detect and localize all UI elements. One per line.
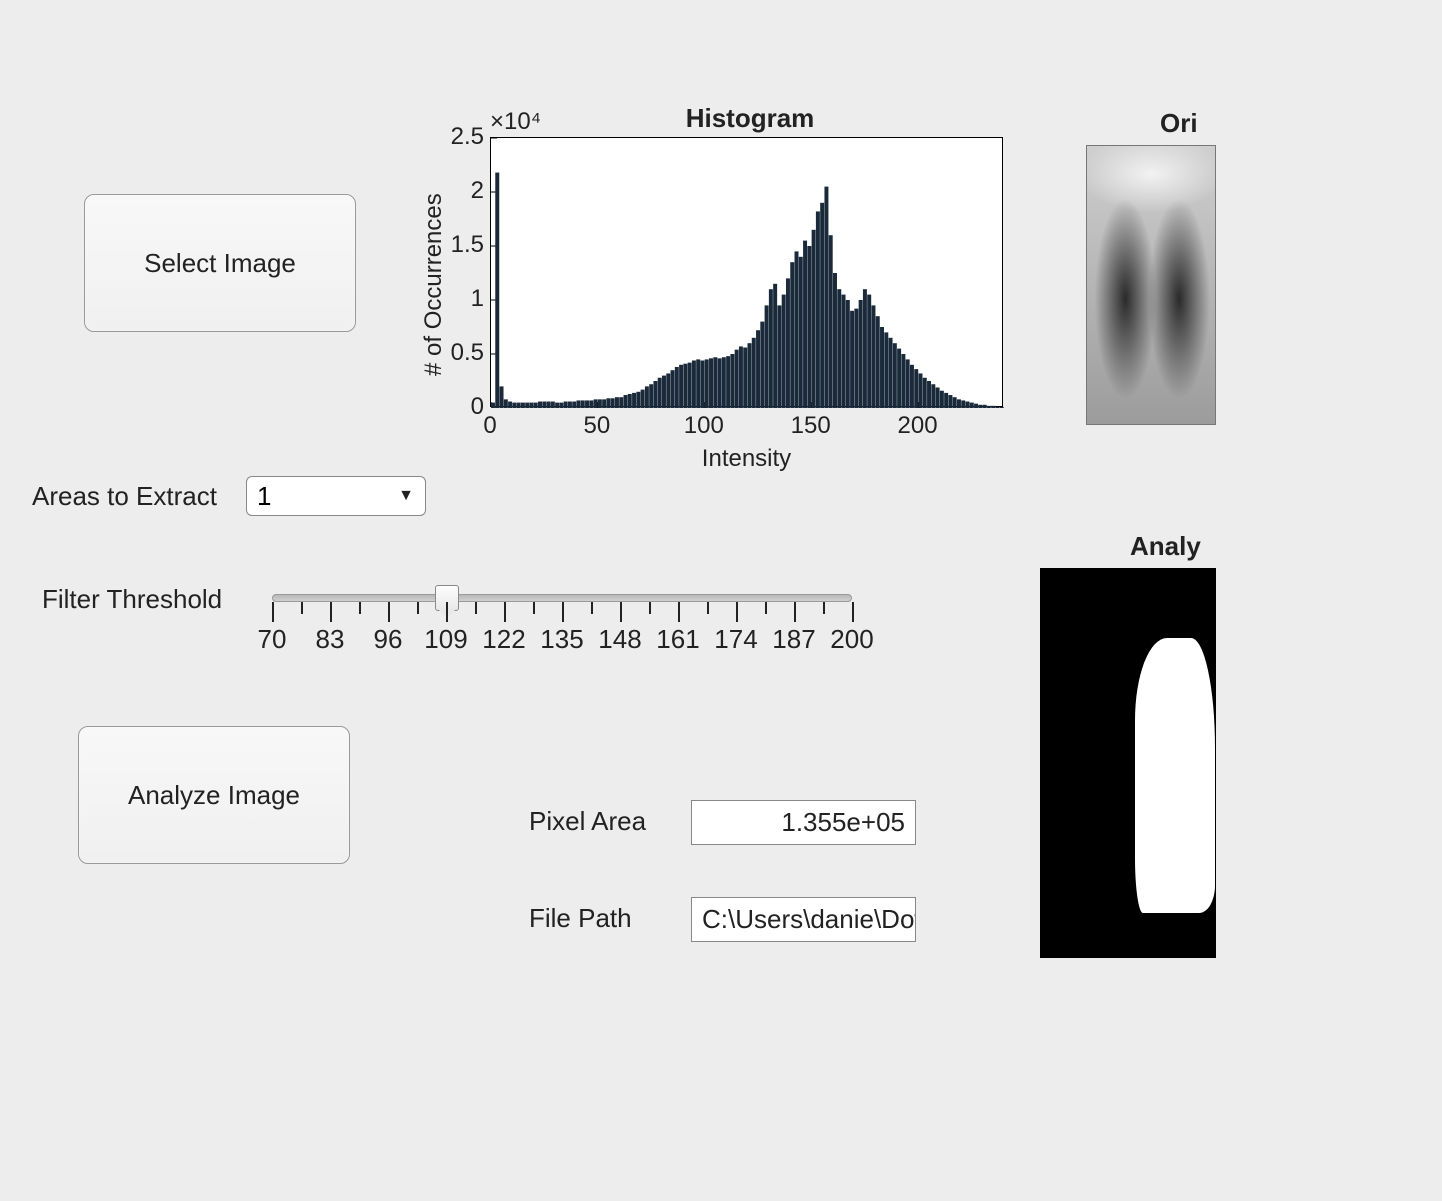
histogram-xlabel: Intensity — [490, 445, 1003, 473]
histogram-ytick: 1.5 — [444, 231, 484, 259]
slider-tick-label: 122 — [482, 624, 525, 655]
pixel-area-field[interactable]: 1.355e+05 — [691, 800, 916, 845]
histogram-xtick: 50 — [577, 412, 617, 440]
histogram-xtick: 150 — [791, 412, 831, 440]
histogram-ytick: 2 — [444, 177, 484, 205]
analyze-image-label: Analyze Image — [128, 780, 300, 811]
filter-threshold-label: Filter Threshold — [42, 584, 222, 615]
filter-threshold-slider[interactable] — [272, 594, 852, 602]
analyze-image-button[interactable]: Analyze Image — [78, 726, 350, 864]
slider-tick-label: 96 — [374, 624, 403, 655]
pixel-area-label: Pixel Area — [529, 806, 646, 837]
areas-to-extract-label: Areas to Extract — [32, 481, 217, 512]
file-path-value: C:\Users\danie\Dow — [702, 904, 916, 934]
slider-tick-label: 70 — [258, 624, 287, 655]
slider-tick-label: 83 — [316, 624, 345, 655]
select-image-label: Select Image — [144, 248, 296, 279]
histogram-ytick: 2.5 — [444, 123, 484, 151]
histogram-xtick: 0 — [470, 412, 510, 440]
analysis-image-title-partial: Analy — [1130, 531, 1220, 562]
slider-tick-label: 161 — [656, 624, 699, 655]
slider-tick-label: 135 — [540, 624, 583, 655]
file-path-field[interactable]: C:\Users\danie\Dow — [691, 897, 916, 942]
histogram-xtick: 200 — [898, 412, 938, 440]
slider-tick-label: 109 — [424, 624, 467, 655]
original-image-title-partial: Ori — [1160, 108, 1220, 139]
histogram-xtick: 100 — [684, 412, 724, 440]
slider-tick-label: 187 — [772, 624, 815, 655]
original-image-preview — [1086, 145, 1216, 425]
slider-tick-label: 174 — [714, 624, 757, 655]
areas-to-extract-select[interactable]: 1 — [246, 476, 426, 516]
histogram-ytick: 1 — [444, 285, 484, 313]
histogram-plot — [490, 137, 1003, 407]
pixel-area-value: 1.355e+05 — [781, 807, 905, 837]
slider-tick-label: 148 — [598, 624, 641, 655]
file-path-label: File Path — [529, 903, 632, 934]
slider-tick-label: 200 — [830, 624, 873, 655]
histogram-y-exp: ×10⁴ — [490, 108, 541, 136]
select-image-button[interactable]: Select Image — [84, 194, 356, 332]
histogram-title: Histogram — [480, 103, 1020, 134]
histogram-ytick: 0.5 — [444, 339, 484, 367]
analysis-image-preview — [1040, 568, 1216, 958]
